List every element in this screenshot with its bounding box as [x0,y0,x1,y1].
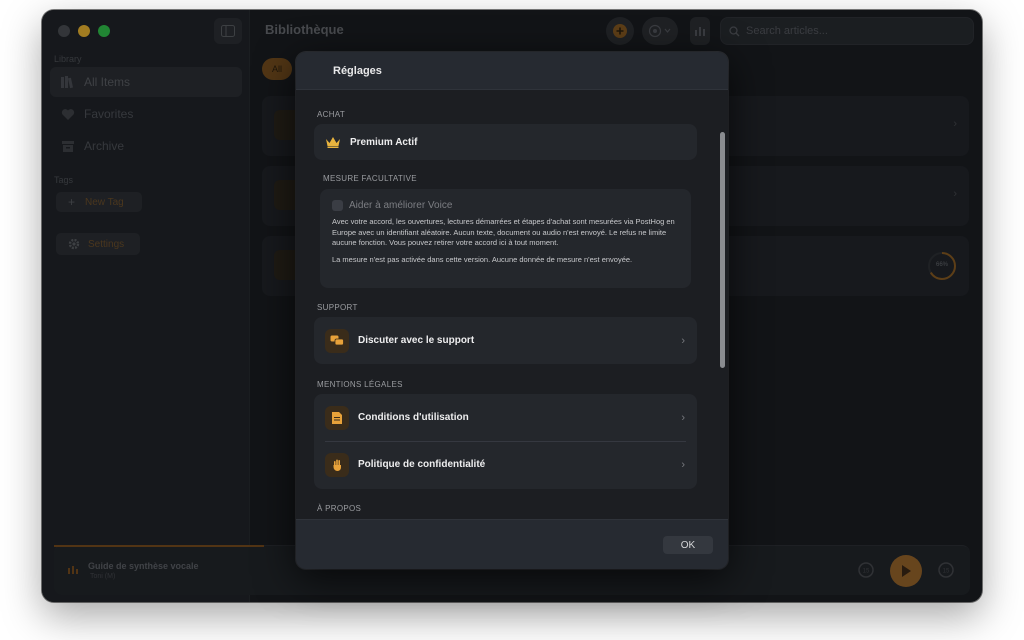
chevron-right-icon: › [681,411,685,424]
support-card: Discuter avec le support › [314,317,697,364]
modal-title: Réglages [333,65,382,77]
measurement-description: Avec votre accord, les ouvertures, lectu… [332,217,675,247]
support-chat-row[interactable]: Discuter avec le support › [314,317,697,364]
section-header-purchase: ACHAT [317,110,346,119]
premium-status-card: Premium Actif [314,124,697,160]
terms-row[interactable]: Conditions d'utilisation › [314,394,697,441]
chat-bubbles-icon [325,328,349,353]
section-header-about: À PROPOS [317,504,362,513]
modal-footer: OK [296,519,728,569]
measurement-card: Aider à améliorer Voice Avec votre accor… [320,189,691,288]
crown-icon [326,137,340,148]
improve-voice-checkbox-row[interactable]: Aider à améliorer Voice [332,200,679,211]
document-icon [325,405,349,430]
section-header-optional-measurement: MESURE FACULTATIVE [323,174,417,183]
privacy-row[interactable]: Politique de confidentialité › [314,441,697,488]
support-chat-label: Discuter avec le support [358,335,475,346]
measurement-note: La mesure n'est pas activée dans cette v… [332,254,633,264]
section-header-support: SUPPORT [317,303,358,312]
ok-button[interactable]: OK [663,536,713,554]
premium-row: Premium Actif [314,124,697,160]
section-header-legal: MENTIONS LÉGALES [317,380,403,389]
improve-voice-label: Aider à améliorer Voice [349,200,453,211]
hand-raised-icon [325,452,349,477]
modal-header: Réglages [296,52,728,90]
chevron-right-icon: › [681,334,685,347]
terms-label: Conditions d'utilisation [358,412,469,423]
modal-body: ACHAT Premium Actif MESURE FACULTATIVE A… [296,90,728,519]
premium-label: Premium Actif [350,136,418,148]
privacy-label: Politique de confidentialité [358,459,486,470]
chevron-right-icon: › [681,458,685,471]
settings-modal: Réglages ACHAT Premium Actif MESURE FACU… [296,52,728,569]
modal-scrollbar[interactable] [720,132,725,368]
improve-voice-checkbox[interactable] [332,200,343,211]
legal-card: Conditions d'utilisation › Politique de … [314,394,697,489]
